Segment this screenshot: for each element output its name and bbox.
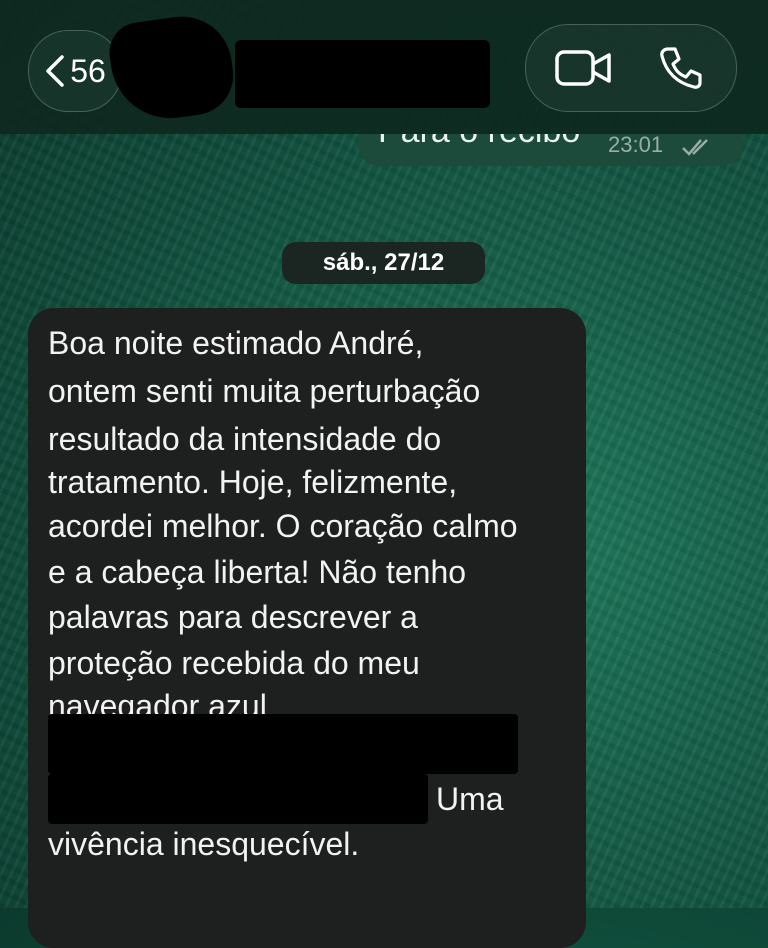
message-line: e a cabeça liberta! Não tenho xyxy=(48,554,467,590)
unread-count: 56 xyxy=(70,52,106,89)
message-line: proteção recebida do meu xyxy=(48,645,420,681)
redacted-contact-name xyxy=(235,40,490,108)
message-line: acordei melhor. O coração calmo xyxy=(48,508,518,544)
call-actions xyxy=(525,24,737,112)
redacted-text xyxy=(48,714,518,774)
message-line: Boa noite estimado André, xyxy=(48,325,424,361)
video-camera-icon[interactable] xyxy=(554,45,614,91)
message-line: vivência inesquecível. xyxy=(48,826,360,862)
double-check-icon xyxy=(682,139,708,156)
message-line: palavras para descrever a xyxy=(48,599,418,635)
message-line: resultado da intensidade do xyxy=(48,421,442,457)
outgoing-message-text: Para o recibo xyxy=(378,134,580,151)
redacted-avatar xyxy=(105,10,239,126)
message-time: 23:01 xyxy=(608,134,664,157)
redacted-text xyxy=(48,774,428,824)
message-line: tratamento. Hoje, felizmente, xyxy=(48,464,458,500)
date-separator: sáb., 27/12 xyxy=(282,242,485,284)
back-button[interactable]: 56 xyxy=(28,30,122,112)
message-line: ontem senti muita perturbação xyxy=(48,373,481,409)
message-line: Uma xyxy=(436,781,504,817)
incoming-message-bubble[interactable]: Boa noite estimado André, ontem senti mu… xyxy=(28,308,586,948)
chat-header: 56 xyxy=(0,0,768,134)
phone-icon[interactable] xyxy=(658,45,704,91)
outgoing-message-bubble[interactable]: Para o recibo 23:01 xyxy=(358,134,743,166)
chevron-left-icon xyxy=(46,55,64,87)
